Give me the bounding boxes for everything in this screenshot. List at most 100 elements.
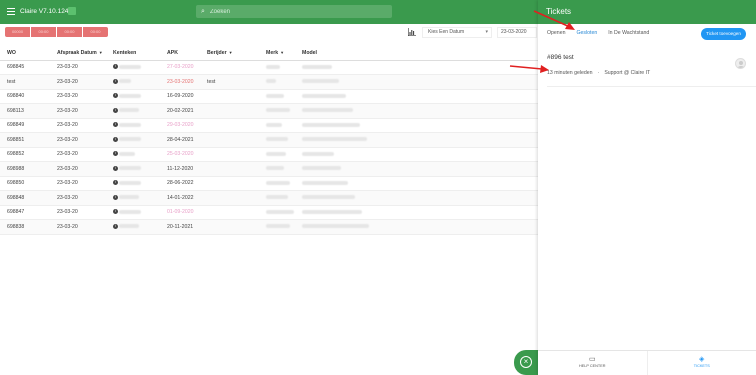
info-icon[interactable]: i (113, 223, 118, 229)
col-label: Merk (266, 49, 279, 56)
col-header-model[interactable]: Model (295, 46, 538, 61)
info-icon[interactable]: i (113, 93, 118, 99)
redacted-brand (266, 93, 284, 98)
table-row[interactable]: 698113 23-03-20 i 20-02-2021 (0, 103, 538, 119)
close-icon: × (520, 356, 532, 368)
table-row[interactable]: 698851 23-03-20 i 28-04-2021 (0, 132, 538, 148)
cell-model (295, 176, 538, 191)
tab-help-center[interactable]: ▭ HELP CENTER (538, 351, 647, 375)
app-title: Claire V7.10.124 (20, 8, 69, 15)
cell-model (295, 147, 538, 162)
col-header-plate[interactable]: Kenteken (106, 46, 160, 61)
redacted-model (302, 79, 339, 84)
time-filter-pill[interactable]: 00:00 (57, 27, 82, 37)
search-box[interactable]: ⌕ (196, 5, 392, 18)
tab-label: HELP CENTER (578, 364, 606, 368)
cell-driver (200, 205, 259, 220)
search-icon: ⌕ (201, 8, 205, 15)
cell-apk: 23-03-2020 (160, 74, 200, 90)
table-row[interactable]: 698838 23-03-20 i 20-11-2021 (0, 219, 538, 235)
ticket-item[interactable]: #896 test 13 minuten geleden · Support @ C… (547, 54, 756, 90)
table-row[interactable]: 698847 23-03-20 i 01-09-2020 (0, 205, 538, 220)
redacted-plate (119, 122, 142, 127)
col-header-wo[interactable]: WO (0, 46, 50, 61)
date-select[interactable]: Kies Een Datum ▾ (422, 27, 492, 38)
col-header-date[interactable]: Afspraak Datum ▼ (50, 46, 106, 61)
cell-driver (200, 176, 259, 191)
cell-brand (259, 103, 295, 119)
cell-brand (259, 205, 295, 220)
cell-model (295, 190, 538, 206)
cell-model (295, 132, 538, 148)
time-filter-pill[interactable]: 00000 (5, 27, 30, 37)
col-header-brand[interactable]: Merk ▼ (259, 46, 295, 61)
table-row[interactable]: 698845 23-03-20 i 27-03-2020 (0, 60, 538, 75)
info-icon[interactable]: i (113, 151, 118, 157)
time-filter-pill[interactable]: 00:00 (31, 27, 56, 37)
menu-icon[interactable] (7, 8, 15, 15)
cell-apk: 14-01-2022 (160, 190, 200, 206)
cell-plate: i (106, 60, 160, 75)
col-header-apk[interactable]: APK (160, 46, 200, 61)
cell-wo: 698113 (0, 103, 50, 119)
info-icon[interactable]: i (113, 180, 118, 186)
cell-model (295, 60, 538, 75)
table-row[interactable]: 698849 23-03-20 i 29-03-2020 (0, 118, 538, 133)
search-input[interactable] (210, 7, 380, 16)
ticket-meta: 13 minuten geleden · Support @ Claire IT (547, 70, 650, 76)
time-filter-pill[interactable]: 00:00 (83, 27, 108, 37)
cell-driver (200, 132, 259, 148)
annotation-arrow (509, 65, 549, 73)
cell-brand (259, 176, 295, 191)
cell-driver (200, 89, 259, 104)
table-row[interactable]: test 23-03-20 i 23-03-2020 test (0, 74, 538, 90)
cell-plate: i (106, 118, 160, 133)
cell-wo: 698852 (0, 147, 50, 162)
cell-apk: 20-02-2021 (160, 103, 200, 119)
cell-date: 23-03-20 (50, 74, 106, 90)
table-row[interactable]: 698840 23-03-20 i 16-09-2020 (0, 89, 538, 104)
redacted-brand (266, 64, 280, 69)
cell-plate: i (106, 219, 160, 235)
cell-wo: 698851 (0, 132, 50, 148)
info-icon[interactable]: i (113, 136, 118, 142)
info-icon[interactable]: i (113, 122, 118, 128)
cell-driver (200, 118, 259, 133)
redacted-brand (266, 224, 290, 229)
cell-driver: test (200, 74, 259, 90)
cell-wo: 698847 (0, 205, 50, 220)
add-ticket-button[interactable]: Ticket toevoegen (701, 28, 746, 40)
close-panel-button[interactable]: × (514, 350, 538, 375)
cell-plate: i (106, 190, 160, 206)
table-row[interactable]: 698850 23-03-20 i 28-06-2022 (0, 176, 538, 191)
cell-brand (259, 147, 295, 162)
col-header-driver[interactable]: Berijder ▼ (200, 46, 259, 61)
col-label: APK (167, 49, 178, 56)
tab-on-hold[interactable]: In De Wachtstand (608, 30, 649, 36)
table-header-row: WO Afspraak Datum ▼ Kenteken APK Berijder… (0, 46, 538, 61)
cell-date: 23-03-20 (50, 219, 106, 235)
info-icon[interactable]: i (113, 194, 118, 200)
table-row[interactable]: 698848 23-03-20 i 14-01-2022 (0, 190, 538, 206)
redacted-model (302, 108, 353, 113)
cell-model (295, 103, 538, 119)
cell-brand (259, 74, 295, 90)
redacted-plate (119, 209, 142, 214)
cell-apk: 27-03-2020 (160, 60, 200, 75)
book-icon: ▭ (588, 356, 596, 363)
tab-tickets[interactable]: ◈ TICKETS (646, 351, 756, 375)
cell-model (295, 118, 538, 133)
cell-wo: 698988 (0, 161, 50, 177)
redacted-brand (266, 166, 284, 171)
divider (547, 86, 756, 87)
cell-date: 23-03-20 (50, 118, 106, 133)
table-row[interactable]: 698988 23-03-20 i 11-12-2020 (0, 161, 538, 177)
info-icon[interactable]: i (113, 107, 118, 113)
info-icon[interactable]: i (113, 209, 118, 215)
info-icon[interactable]: i (113, 78, 118, 84)
info-icon[interactable]: i (113, 64, 118, 70)
redacted-model (302, 64, 332, 69)
bar-chart-icon[interactable] (408, 28, 416, 36)
info-icon[interactable]: i (113, 165, 118, 171)
table-row[interactable]: 698852 23-03-20 i 25-03-2020 (0, 147, 538, 162)
